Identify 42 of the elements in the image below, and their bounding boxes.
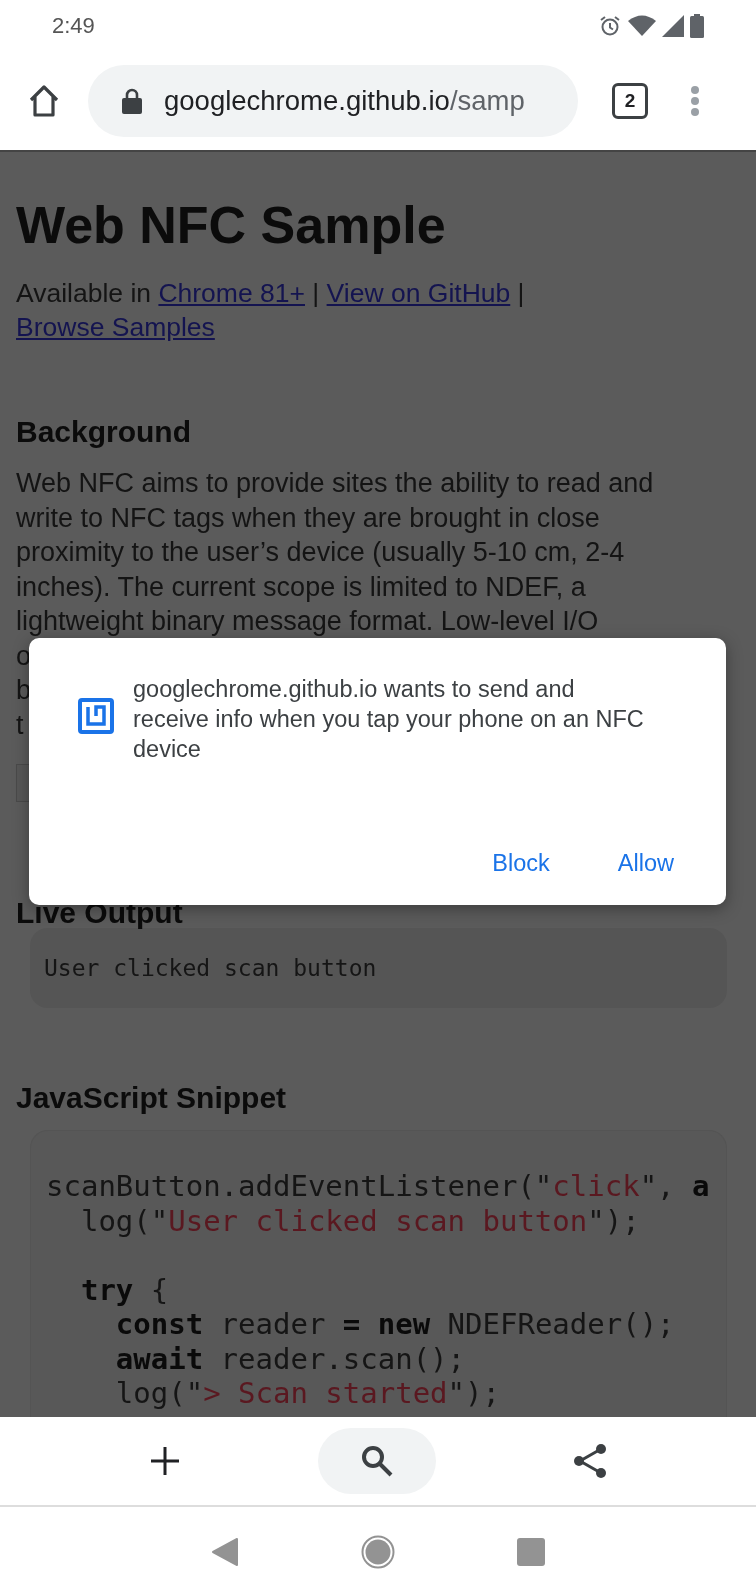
url-text: googlechrome.github.io/samp [164,85,525,117]
tab-count[interactable]: 2 [612,83,648,119]
paragraph-line: write to NFC tags when they are brought in close [16,501,600,535]
code-line: scanButton.addEventListener("click", a [46,1169,710,1204]
dialog-message: googlechrome.github.io wants to send and receive info when you tap your phone on an NFC device [133,675,645,764]
dialog-button[interactable]: Block [468,836,574,891]
search-icon [360,1444,394,1478]
signal-icon [662,15,684,37]
page-title: Web NFC Sample [16,195,447,256]
nfc-icon [78,698,114,734]
paragraph-line: lightweight binary message format. Low-level I/O [16,605,599,638]
home-icon[interactable] [27,84,61,118]
code-line: log("> Scan started"); [114,1376,500,1411]
menu-icon[interactable] [690,85,700,117]
dialog-button[interactable]: Allow [593,836,698,891]
lock-icon [122,88,142,114]
share-icon[interactable] [573,1443,608,1479]
link[interactable]: Chrome 81+ [158,278,305,308]
section-heading: Background [16,414,193,450]
availability-text: Available in Chrome 81+ | View on GitHub | Browse Samples [16,277,526,344]
wifi-icon [628,14,656,38]
section-heading: JavaScript Snippet [16,1080,288,1116]
paragraph-line: inches). The current scope is limited to NDEF, a [16,570,586,604]
paragraph-line: proximity to the user’s device (usually 5-10 cm, 2-4 [16,536,625,569]
plus-icon[interactable] [148,1445,181,1477]
code-line: const reader = new NDEFReader(); [114,1307,675,1342]
code-line: await reader.scan(); [114,1341,466,1376]
link[interactable]: Browse Samples [16,312,215,342]
back-icon[interactable] [211,1536,239,1567]
link[interactable]: View on GitHub [326,278,511,308]
paragraph-line: Web NFC aims to provide sites the ability to read and [16,467,654,500]
recents-icon[interactable] [517,1537,545,1566]
status-time: 2:49 [52,13,95,39]
alarm-icon [598,14,622,38]
home-button-icon[interactable] [361,1534,395,1569]
section-heading: Live Output [16,898,184,928]
address-bar[interactable]: googlechrome.github.io/samp [88,65,578,137]
battery-icon [690,14,704,38]
code-line: log("User clicked scan button"); [79,1203,640,1238]
code-line: try { [79,1271,169,1307]
output-text: User clicked scan button [44,955,377,981]
paragraph-line: t [16,708,24,742]
